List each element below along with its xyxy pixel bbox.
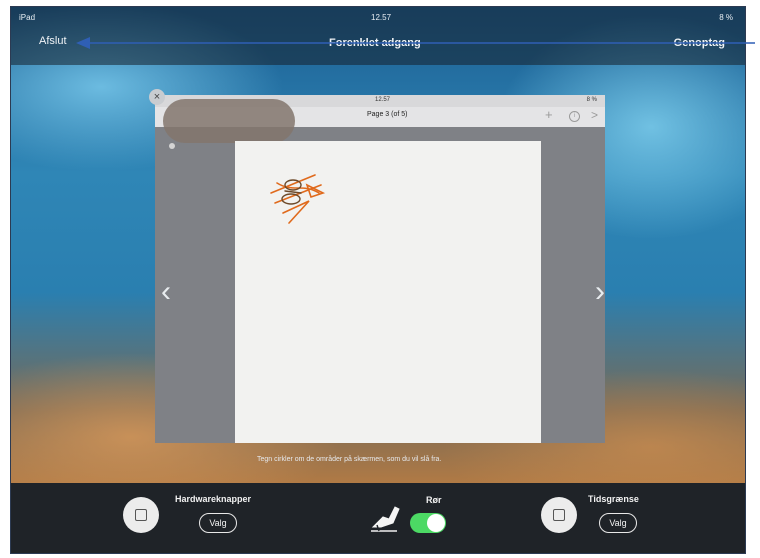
time-limit-label: Tidsgrænse xyxy=(588,494,639,504)
time-limit-options-button[interactable]: Valg xyxy=(599,513,637,533)
touch-hand-icon xyxy=(371,506,400,532)
time-limit-toggle[interactable] xyxy=(541,497,577,533)
disabled-area-circle[interactable] xyxy=(163,99,295,143)
status-time: 12.57 xyxy=(371,13,392,22)
preview-battery: 8 % xyxy=(586,97,597,103)
hardware-buttons-label: Hardwareknapper xyxy=(175,494,252,504)
scribble-drawing xyxy=(270,174,326,224)
instruction-text: Tegn cirkler om de områder på skærmen, s… xyxy=(257,456,442,463)
quit-button[interactable]: Afslut xyxy=(39,35,67,47)
photo-frame: iPad 12.57 8 % Afslut Forenklet adgang G… xyxy=(0,0,760,558)
chevron-left-icon[interactable]: ‹ xyxy=(161,275,171,309)
page-title: Forenklet adgang xyxy=(329,37,421,49)
touch-toggle[interactable] xyxy=(410,513,446,533)
toggle-knob xyxy=(427,514,445,532)
battery-indicator: 8 % xyxy=(719,13,733,22)
chevron-right-icon[interactable]: › xyxy=(595,275,605,309)
app-preview[interactable]: 12.57 8 % Page 3 (of 5) + i > × xyxy=(149,89,605,443)
square-icon xyxy=(553,509,565,521)
square-icon xyxy=(135,509,147,521)
options-bar: Hardwareknapper Valg Rør Tidsgrænse Valg xyxy=(11,483,745,553)
touch-label: Rør xyxy=(426,495,442,505)
device-label: iPad xyxy=(19,13,36,22)
resize-handle[interactable] xyxy=(169,143,175,149)
info-icon: i xyxy=(569,111,580,122)
resume-button[interactable]: Genoptag xyxy=(674,37,725,49)
drawing-page xyxy=(235,141,541,443)
close-icon[interactable]: × xyxy=(149,89,165,105)
preview-time: 12.57 xyxy=(375,97,391,103)
hardware-buttons-toggle[interactable] xyxy=(123,497,159,533)
preview-page-label: Page 3 (of 5) xyxy=(367,111,408,118)
top-bar: iPad 12.57 8 % Afslut Forenklet adgang G… xyxy=(11,7,745,65)
ipad-screen: iPad 12.57 8 % Afslut Forenklet adgang G… xyxy=(10,6,746,554)
plus-icon: + xyxy=(545,107,553,122)
chevron-right-icon: > xyxy=(591,108,599,122)
hardware-options-button[interactable]: Valg xyxy=(199,513,237,533)
